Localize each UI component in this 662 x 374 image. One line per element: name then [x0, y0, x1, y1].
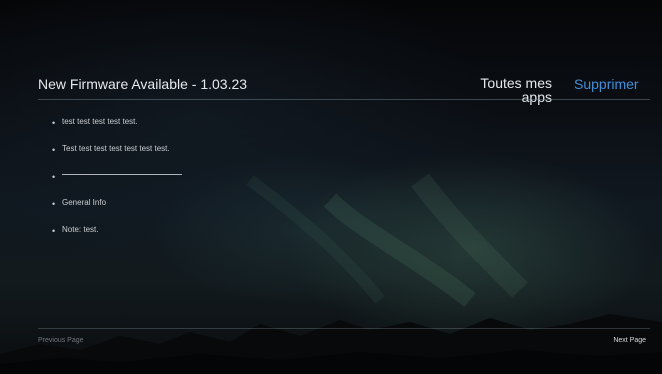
delete-button[interactable]: Supprimer [574, 76, 639, 92]
bullet-icon: • [52, 226, 56, 236]
footer-divider [38, 328, 650, 329]
list-item: • Test test test test test test test. [52, 143, 452, 170]
list-item: • test test test test test. [52, 116, 452, 143]
note-text: Test test test test test test test. [62, 144, 170, 153]
note-text: test test test test test. [62, 117, 138, 126]
previous-page-button[interactable]: Previous Page [38, 337, 84, 344]
header-divider [38, 99, 650, 100]
separator-line [62, 174, 182, 176]
firmware-title: New Firmware Available - 1.03.23 [38, 76, 248, 92]
release-notes-list: • test test test test test. • Test test … [52, 116, 452, 251]
bullet-icon: • [52, 199, 56, 209]
list-item: • [52, 170, 452, 197]
next-page-button[interactable]: Next Page [613, 337, 646, 344]
bullet-icon: • [52, 118, 56, 128]
firmware-update-screen: New Firmware Available - 1.03.23 Toutes … [0, 0, 662, 374]
list-item: • General Info [52, 197, 452, 224]
note-text: Note: test. [62, 225, 99, 234]
list-item: • Note: test. [52, 224, 452, 251]
bullet-icon: • [52, 172, 56, 182]
note-text: General Info [62, 198, 107, 207]
bullet-icon: • [52, 145, 56, 155]
mountain-silhouette [0, 314, 662, 374]
